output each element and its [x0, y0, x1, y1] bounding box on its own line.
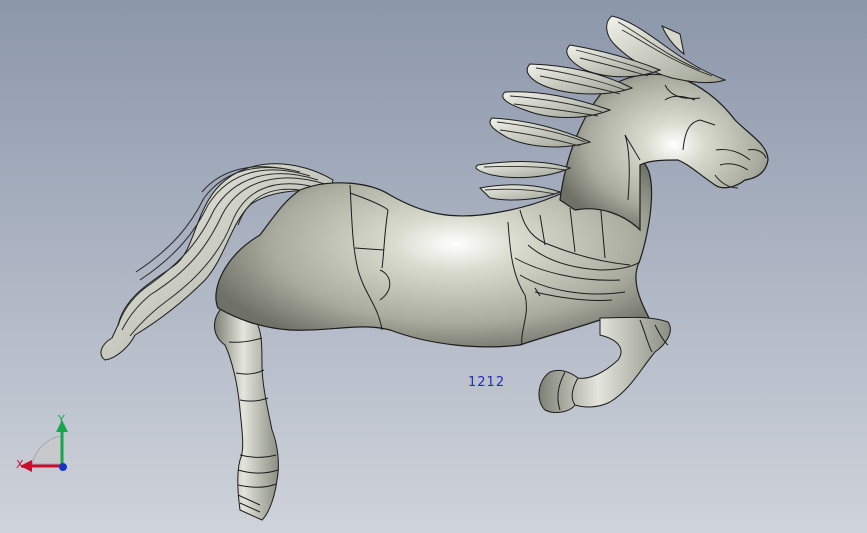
hind-leg: [214, 304, 279, 521]
y-axis-label: Y: [58, 413, 65, 426]
horse-3d-model[interactable]: [0, 0, 867, 533]
graphics-viewport[interactable]: 1212 X Y: [0, 0, 867, 533]
triad-plane-icon: [31, 435, 63, 465]
z-axis-origin-icon: [59, 463, 67, 471]
part-label: 1212: [468, 375, 506, 390]
x-axis-label: X: [16, 458, 24, 471]
